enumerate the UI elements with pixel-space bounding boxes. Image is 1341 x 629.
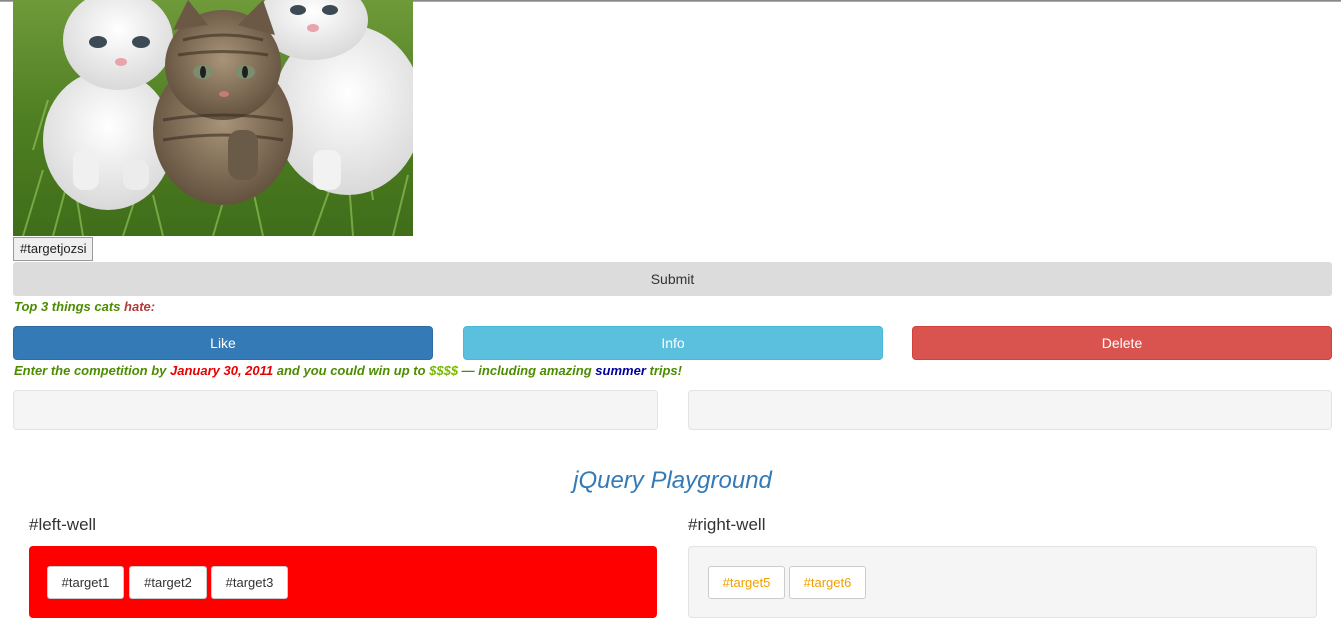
competition-summer: summer <box>595 363 646 378</box>
target5-button[interactable]: #target5 <box>708 566 785 599</box>
competition-part2: and you could win up to <box>273 363 430 378</box>
target3-button[interactable]: #target3 <box>211 566 288 599</box>
competition-part3: — including amazing <box>458 363 596 378</box>
delete-button[interactable]: Delete <box>912 326 1332 360</box>
left-well: #target1 #target2 #target3 <box>29 546 657 618</box>
page-title: jQuery Playground <box>573 467 772 494</box>
like-button[interactable]: Like <box>13 326 433 360</box>
submit-button[interactable]: Submit <box>13 262 1332 296</box>
right-well-label: #right-well <box>688 515 766 534</box>
target1-button[interactable]: #target1 <box>47 566 124 599</box>
cats-hate-emphasis: hate: <box>124 299 156 314</box>
target-jozsi-button[interactable]: #targetjozsi <box>13 237 94 261</box>
competition-money: $$$$ <box>429 363 459 378</box>
competition-date: January 30, 2011 <box>170 363 274 378</box>
right-well: #target5 #target6 <box>688 546 1317 618</box>
target2-button[interactable]: #target2 <box>129 566 207 599</box>
info-button[interactable]: Info <box>463 326 883 360</box>
empty-well-right <box>688 390 1332 430</box>
target6-button[interactable]: #target6 <box>789 566 866 599</box>
left-well-label: #left-well <box>29 515 97 534</box>
competition-text: Enter the competition by January 30, 201… <box>14 363 682 378</box>
competition-part1: Enter the competition by <box>14 363 171 378</box>
kittens-image <box>13 0 413 236</box>
cats-hate-prefix: Top 3 things cats <box>14 299 121 314</box>
empty-well-left <box>13 390 658 430</box>
competition-part4: trips! <box>645 363 682 378</box>
cats-hate-heading: Top 3 things cats hate: <box>14 299 155 314</box>
